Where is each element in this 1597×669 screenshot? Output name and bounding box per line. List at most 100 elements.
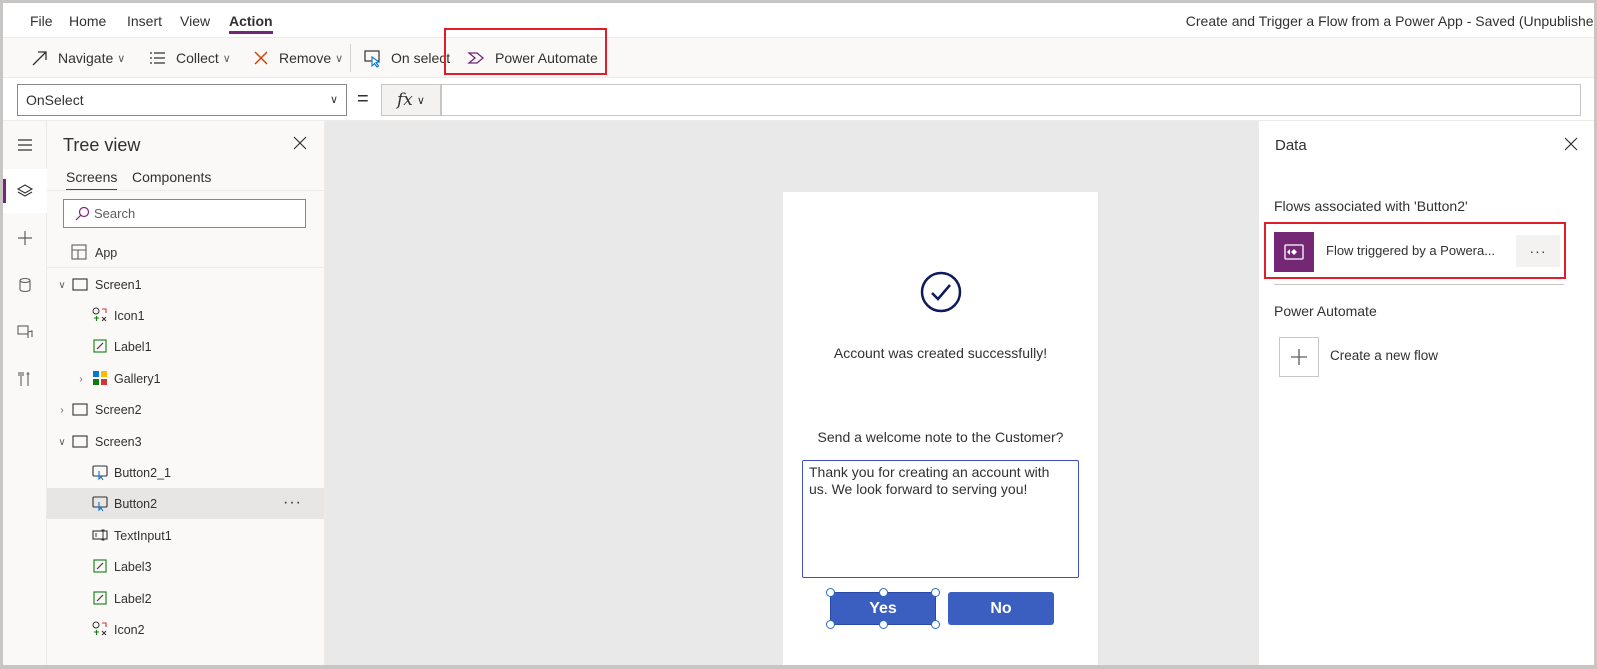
- search-placeholder: Search: [94, 206, 136, 221]
- collect-button[interactable]: Collect ∨: [148, 38, 231, 78]
- tree-item-textinput1[interactable]: TextInput1: [47, 520, 324, 551]
- resize-handle[interactable]: [931, 620, 940, 629]
- menu-insert[interactable]: Insert: [127, 13, 162, 29]
- label-icon: [93, 339, 107, 353]
- flows-heading: Flows associated with 'Button2': [1274, 198, 1468, 214]
- tree-item-app[interactable]: App: [47, 237, 324, 268]
- tree-item-screen2[interactable]: › Screen2: [47, 394, 324, 425]
- prompt-label[interactable]: Send a welcome note to the Customer?: [783, 429, 1098, 445]
- tree-item-label3[interactable]: Label3: [47, 551, 324, 582]
- flow-more-options-button[interactable]: ···: [1516, 235, 1560, 267]
- search-icon: [74, 206, 90, 225]
- close-tree-view-button[interactable]: [292, 135, 308, 151]
- collect-label: Collect: [176, 50, 219, 66]
- tree-item-button2[interactable]: Button2 ···: [47, 488, 324, 519]
- tab-components[interactable]: Components: [132, 169, 211, 185]
- insert-button[interactable]: [3, 216, 47, 260]
- welcome-note-input[interactable]: Thank you for creating an account with u…: [802, 460, 1079, 578]
- tree-item-label1[interactable]: Label1: [47, 331, 324, 362]
- gallery-icon: [93, 371, 107, 385]
- tree-item-icon2[interactable]: Icon2: [47, 614, 324, 645]
- tab-screens[interactable]: Screens: [66, 169, 118, 191]
- media-button[interactable]: [3, 310, 47, 354]
- list-icon: [148, 48, 168, 68]
- screen-icon: [72, 403, 88, 416]
- tree-view-button[interactable]: [3, 169, 47, 213]
- create-new-flow-button[interactable]: [1279, 337, 1319, 377]
- more-options-button[interactable]: ···: [283, 494, 302, 512]
- tree-item-label2[interactable]: Label2: [47, 583, 324, 614]
- tree-item-label: Label1: [114, 339, 152, 354]
- formula-bar: OnSelect ∨ = fx ∨: [3, 78, 1594, 121]
- data-panel-title: Data: [1275, 137, 1307, 154]
- button-control-icon: [92, 496, 108, 512]
- on-select-label: On select: [391, 50, 451, 66]
- chevron-down-icon: ∨: [416, 94, 425, 107]
- hamburger-menu-button[interactable]: [3, 123, 47, 167]
- tree-item-screen1[interactable]: ∨ Screen1: [47, 269, 324, 300]
- menu-file[interactable]: File: [30, 13, 53, 29]
- chevron-down-icon: ∨: [117, 52, 126, 65]
- tree-item-screen3[interactable]: ∨ Screen3: [47, 426, 324, 457]
- tree-item-label: Screen3: [95, 434, 142, 449]
- close-data-panel-button[interactable]: [1564, 137, 1578, 151]
- screen-icon: [72, 278, 88, 291]
- app-divider: [47, 267, 324, 268]
- on-select-button[interactable]: On select: [363, 38, 450, 78]
- tree-item-label: Icon2: [114, 622, 145, 637]
- flow-icon: [1274, 232, 1314, 272]
- resize-handle[interactable]: [879, 588, 888, 597]
- menu-bar: File Home Insert View Action Create and …: [3, 3, 1594, 38]
- flow-item[interactable]: Flow triggered by a Powera... ···: [1264, 222, 1566, 279]
- chevron-down-icon: ∨: [329, 94, 338, 106]
- tree-item-label: Gallery1: [114, 371, 161, 386]
- checkmark-circle-icon[interactable]: [920, 271, 962, 313]
- advanced-tools-button[interactable]: [3, 357, 47, 401]
- menu-view[interactable]: View: [180, 13, 210, 29]
- remove-label: Remove: [279, 50, 332, 66]
- layers-icon: [16, 184, 34, 197]
- cursor-select-icon: [363, 48, 383, 68]
- tree-item-label: Button2: [114, 496, 158, 511]
- fx-button[interactable]: fx ∨: [381, 84, 441, 116]
- no-button[interactable]: No: [948, 592, 1054, 625]
- design-canvas[interactable]: Account was created successfully! Send a…: [325, 121, 1258, 665]
- tools-icon: [18, 372, 30, 386]
- success-label[interactable]: Account was created successfully!: [783, 345, 1098, 361]
- tree-item-button2-1[interactable]: Button2_1: [47, 457, 324, 488]
- property-value: OnSelect: [26, 92, 84, 108]
- chevron-right-icon[interactable]: ›: [75, 373, 87, 385]
- resize-handle[interactable]: [879, 620, 888, 629]
- fx-icon: fx: [397, 90, 413, 110]
- equals-sign: =: [357, 88, 369, 110]
- menu-action[interactable]: Action: [229, 13, 273, 34]
- property-dropdown[interactable]: OnSelect ∨: [17, 84, 347, 116]
- power-automate-section-title: Power Automate: [1274, 303, 1377, 319]
- text-input-icon: [92, 529, 108, 541]
- tabs-divider: [47, 190, 324, 191]
- media-icon: [17, 325, 33, 338]
- flow-name: Flow triggered by a Powera...: [1326, 243, 1496, 258]
- close-icon: [1564, 137, 1578, 151]
- tree-view-panel: Tree view Screens Components Search App …: [47, 121, 325, 665]
- tree-item-icon1[interactable]: Icon1: [47, 300, 324, 331]
- resize-handle[interactable]: [826, 620, 835, 629]
- tree-view-title: Tree view: [63, 135, 141, 155]
- chevron-down-icon[interactable]: ∨: [56, 436, 68, 448]
- chevron-down-icon[interactable]: ∨: [56, 279, 68, 291]
- data-button[interactable]: [3, 263, 47, 307]
- resize-handle[interactable]: [826, 588, 835, 597]
- tree-item-label: Screen1: [95, 277, 142, 292]
- remove-button[interactable]: Remove ∨: [251, 38, 343, 78]
- tree-search-input[interactable]: Search: [63, 199, 306, 228]
- tree-item-gallery1[interactable]: › Gallery1: [47, 363, 324, 394]
- create-new-flow-label[interactable]: Create a new flow: [1330, 348, 1438, 363]
- chevron-right-icon[interactable]: ›: [56, 404, 68, 416]
- tree-item-label: Screen2: [95, 402, 142, 417]
- navigate-button[interactable]: Navigate ∨: [30, 38, 125, 78]
- resize-handle[interactable]: [931, 588, 940, 597]
- chevron-down-icon: ∨: [335, 52, 344, 65]
- formula-input[interactable]: [441, 84, 1581, 116]
- button-control-icon: [92, 465, 108, 481]
- menu-home[interactable]: Home: [69, 13, 106, 29]
